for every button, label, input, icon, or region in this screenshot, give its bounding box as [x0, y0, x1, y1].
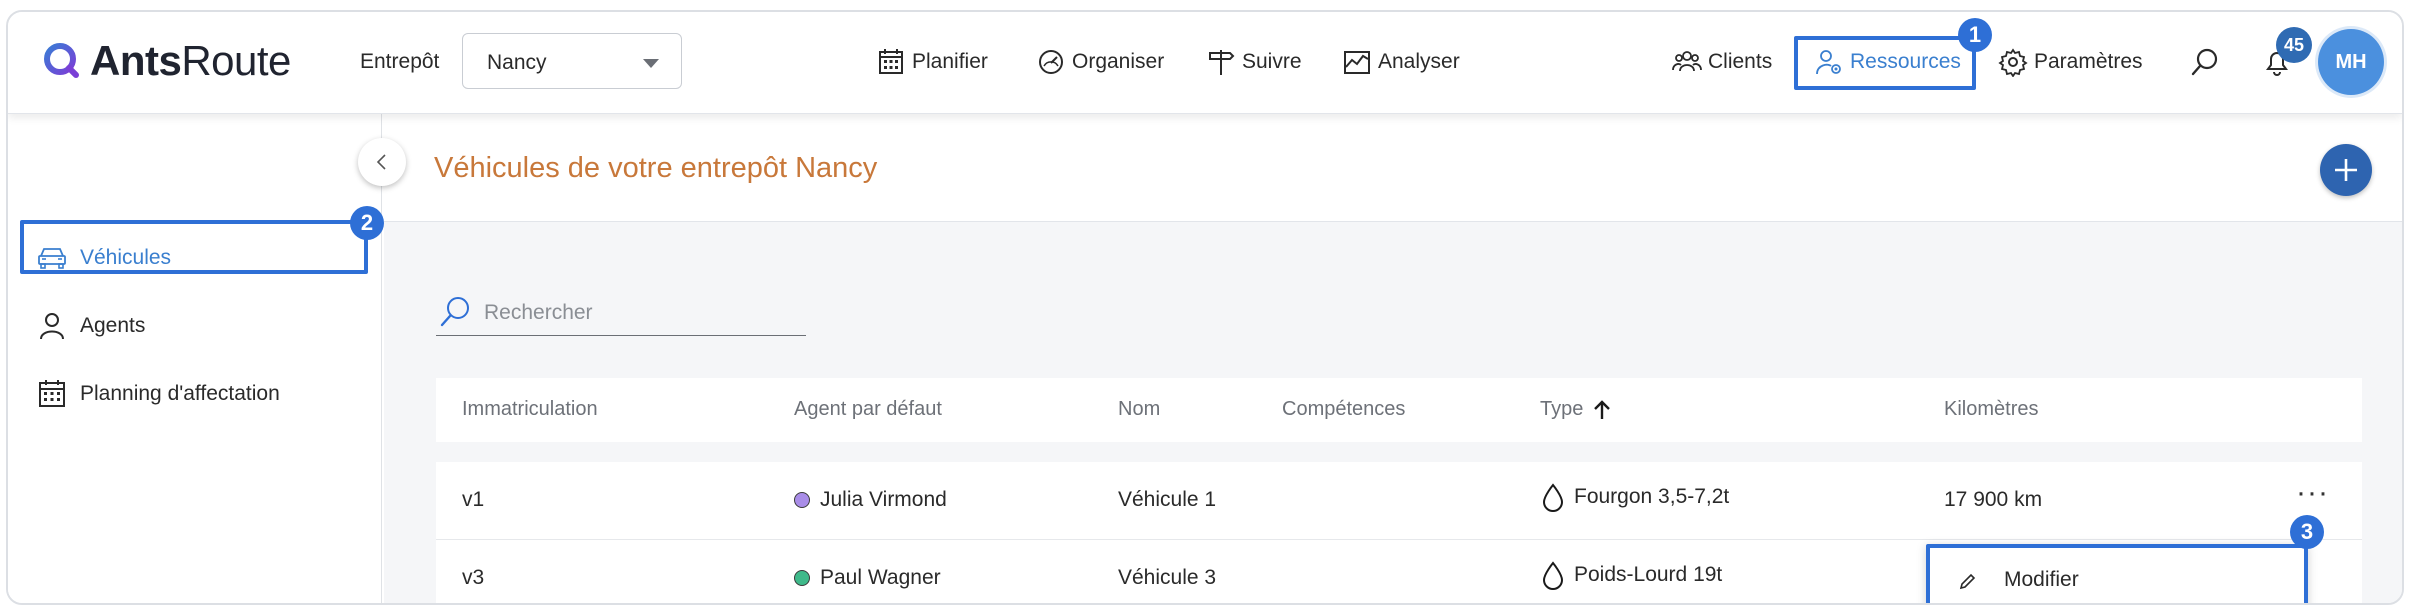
nav-organiser[interactable]: Organiser — [1036, 42, 1164, 82]
cell-type-label: Poids-Lourd 19t — [1574, 563, 1723, 586]
cell-type: Fourgon 3,5-7,2t — [1540, 482, 1729, 512]
people-icon — [1672, 51, 1702, 72]
page-title: Véhicules de votre entrepôt Nancy — [434, 152, 878, 184]
cell-agent-name: Paul Wagner — [820, 566, 941, 589]
callout-badge-3: 3 — [2290, 515, 2324, 549]
cell-type: Poids-Lourd 19t — [1540, 560, 1722, 590]
menu-item-modifier[interactable]: Modifier — [2004, 568, 2079, 592]
cell-agent: Paul Wagner — [794, 566, 941, 590]
cell-type-label: Fourgon 3,5-7,2t — [1574, 485, 1730, 508]
antsroute-logo[interactable]: AntsRoute — [42, 37, 291, 84]
column-header-type-label: Type — [1540, 398, 1584, 420]
cell-kilometres: 17 900 km — [1944, 488, 2043, 511]
calendar-icon — [879, 49, 903, 74]
sidebar-item-agents[interactable]: Agents — [36, 306, 145, 346]
plus-icon — [2335, 159, 2357, 181]
antsroute-logo-icon — [44, 43, 79, 78]
main-header: Véhicules de votre entrepôt Nancy — [384, 114, 2402, 222]
column-header-agent[interactable]: Agent par défaut — [794, 398, 942, 421]
column-header-type[interactable]: Type — [1540, 398, 1613, 421]
callout-badge-1: 1 — [1958, 18, 1992, 52]
search-input[interactable] — [484, 296, 794, 330]
column-header-nom[interactable]: Nom — [1118, 398, 1160, 421]
collapse-sidebar-button[interactable] — [358, 138, 406, 186]
nav-parametres-label: Paramètres — [2034, 50, 2143, 73]
search-icon — [2191, 48, 2218, 76]
nav-analyser-label: Analyser — [1378, 50, 1460, 73]
person-icon — [40, 313, 64, 340]
cell-agent: Julia Virmond — [794, 488, 947, 512]
row-context-menu: Modifier — [1926, 544, 2308, 603]
fuel-drop-icon — [1542, 483, 1564, 512]
column-header-kilometres[interactable]: Kilomètres — [1944, 398, 2038, 421]
column-header-competences[interactable]: Compétences — [1282, 398, 1405, 421]
nav-parametres[interactable]: Paramètres — [1998, 42, 2143, 82]
entrepot-select[interactable]: Nancy — [462, 33, 682, 89]
chevron-down-icon — [643, 59, 659, 68]
app-window: AntsRoute Entrepôt Nancy Planifier Organ… — [6, 10, 2404, 605]
sidebar-item-label: Planning d'affectation — [80, 382, 280, 405]
cell-immatriculation: v1 — [462, 488, 485, 511]
ressources-highlight — [1794, 36, 1976, 90]
more-options-button[interactable]: ··· — [2296, 476, 2329, 510]
sort-ascending-icon — [1594, 399, 1611, 419]
fuel-drop-icon — [1542, 561, 1564, 590]
cell-agent-name: Julia Virmond — [820, 488, 947, 511]
entrepot-select-value: Nancy — [487, 51, 547, 74]
search-field[interactable] — [436, 292, 806, 336]
logo-text: AntsRoute — [90, 37, 291, 84]
nav-planifier[interactable]: Planifier — [876, 42, 988, 82]
cell-nom: Véhicule 1 — [1118, 488, 1217, 511]
vehicules-highlight — [20, 220, 368, 274]
chart-icon — [1344, 51, 1370, 74]
pencil-icon — [1959, 573, 1976, 590]
nav-clients-label: Clients — [1708, 50, 1773, 73]
chevron-left-icon — [376, 154, 386, 170]
nav-analyser[interactable]: Analyser — [1342, 42, 1460, 82]
nav-suivre[interactable]: Suivre — [1206, 42, 1302, 82]
add-vehicle-button[interactable] — [2320, 144, 2372, 196]
table-row[interactable]: v1 Julia Virmond Véhicule 1 Fourgon 3,5-… — [436, 462, 2362, 540]
search-icon — [440, 297, 469, 327]
agent-color-dot — [794, 570, 810, 586]
top-bar: AntsRoute Entrepôt Nancy Planifier Organ… — [8, 12, 2402, 114]
sidebar-item-label: Agents — [80, 314, 146, 337]
nav-clients[interactable]: Clients — [1672, 42, 1772, 82]
cell-immatriculation: v3 — [462, 566, 485, 589]
sidebar-item-planning[interactable]: Planning d'affectation — [36, 374, 280, 414]
notification-count-badge: 45 — [2276, 27, 2312, 63]
search-button[interactable] — [2190, 42, 2226, 82]
column-header-immatriculation[interactable]: Immatriculation — [462, 398, 598, 421]
calendar-icon — [39, 380, 65, 407]
speedometer-icon — [1039, 50, 1063, 74]
nav-planifier-label: Planifier — [912, 50, 988, 73]
sidebar: Véhicules Agents Planning d'affectation — [8, 114, 382, 603]
table-header: Immatriculation Agent par défaut Nom Com… — [436, 378, 2362, 442]
entrepot-label: Entrepôt — [360, 50, 440, 73]
agent-color-dot — [794, 492, 810, 508]
gear-icon — [1998, 48, 2028, 77]
callout-badge-2: 2 — [350, 206, 384, 240]
nav-suivre-label: Suivre — [1242, 50, 1302, 73]
avatar[interactable]: MH — [2318, 29, 2384, 95]
nav-organiser-label: Organiser — [1072, 50, 1165, 73]
signpost-icon — [1209, 50, 1235, 75]
cell-nom: Véhicule 3 — [1118, 566, 1217, 589]
